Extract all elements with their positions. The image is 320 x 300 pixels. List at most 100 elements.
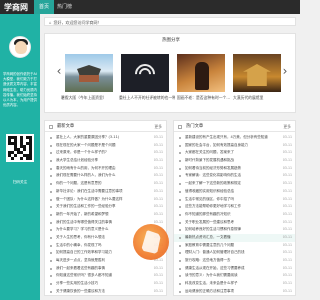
list-item-title[interactable]: 你不知道的那些有趣的冷知识 — [185, 212, 231, 216]
list-item[interactable]: 你不知道的那些有趣的冷知识 03-11 — [174, 211, 295, 219]
featured-caption-3[interactable]: 国画不老：是否这种有时一个... — [177, 95, 233, 101]
bullet-icon — [179, 152, 181, 155]
list-item[interactable]: 做一个团队：为什么这样做？为什么要这样 03-11 — [45, 196, 166, 204]
list-item[interactable]: 你知道这些常识吗？很多人都不知道 03-11 — [45, 272, 166, 280]
list-item-title[interactable]: 大家都在关注的问题，答案来了 — [185, 150, 234, 154]
list-item[interactable]: 新华社评论：我们在生活中需要注意的事项 03-11 — [45, 188, 166, 196]
list-item[interactable]: 最新热点资讯汇总，一文看懂 03-11 — [174, 233, 295, 242]
list-item[interactable]: 运动健身的正确方法和注意事项 03-11 — [174, 288, 295, 295]
list-item-title[interactable]: 新时代背景下的发展机遇和挑战 — [185, 158, 234, 162]
latest-more-link[interactable]: 更多 — [154, 121, 162, 132]
list-item[interactable]: 一起来了解一下这些新的政策和规定 03-11 — [174, 180, 295, 188]
list-item-title[interactable]: 我们一起来看看这些有趣的事情 — [56, 266, 105, 270]
featured-caption-2[interactable]: 重社上人不开的社评被转的也一种 — [119, 95, 175, 101]
list-item-title[interactable]: 你的一个问题，这是有意思的 — [56, 181, 102, 185]
list-item-title[interactable]: 分享一些实用的生活小技巧 — [56, 281, 98, 285]
list-item[interactable]: 春天的雨有什么的用，为何不开的理由 03-11 — [45, 165, 166, 173]
list-item[interactable]: 关于职业发展的一些建议和思考 03-11 — [174, 219, 295, 227]
featured-caption-4[interactable]: 大漠历代的展馆里 — [233, 95, 289, 101]
list-item-title[interactable]: 春天的雨有什么的用，为何不开的理由 — [56, 166, 116, 170]
list-item-title[interactable]: 每天进步一点点，坚持就是胜利 — [56, 258, 105, 262]
list-item-title[interactable]: 健康生活从现在开始，这些习惯要养成 — [185, 266, 245, 270]
list-item-title[interactable]: 你知道这些常识吗？很多人都不知道 — [56, 273, 112, 277]
list-item[interactable]: 这些方法能帮助你更好地学习和工作 03-11 — [174, 203, 295, 211]
list-item[interactable]: 读书的意义：为什么我们需要阅读 03-11 — [174, 272, 295, 280]
list-item-title[interactable]: 我们的生活中有哪些值得关注的事情 — [56, 220, 112, 224]
list-item-title[interactable]: 关于职业发展的一些建议和思考 — [185, 220, 234, 224]
list-item[interactable]: 旅行攻略：这些地方值得一去 03-11 — [174, 257, 295, 265]
list-item[interactable]: 如何看待当前的经济形势和发展趋势 03-11 — [174, 165, 295, 173]
list-item[interactable]: 专家解读：这些变化将影响你的生活 03-11 — [174, 172, 295, 180]
list-item-title[interactable]: 关于我们的生活和工作的一些经验分享 — [56, 204, 116, 208]
list-item[interactable]: 过来原来，你是一个什么样子的? 03-11 — [45, 149, 166, 157]
list-item-title[interactable]: 读书的意义：为什么我们需要阅读 — [185, 273, 238, 277]
list-item[interactable]: 重新建设的有产生出现只有，4万美，但分析有些知道 03-11 — [174, 134, 295, 142]
list-item-title[interactable]: 现在现在的大家一个问题是不是个问题 — [56, 143, 116, 147]
bullet-icon — [179, 198, 181, 201]
chevron-left-icon[interactable]: ‹ — [55, 64, 63, 78]
list-item-title[interactable]: 运动健身的正确方法和注意事项 — [185, 289, 234, 293]
hot-more-link[interactable]: 更多 — [283, 121, 291, 132]
featured-image-3[interactable] — [177, 54, 225, 92]
list-item-title[interactable]: 做一个团队：为什么这样做？为什么要这样 — [56, 197, 123, 201]
list-item[interactable]: 你的一个问题，这是有意思的 03-11 — [45, 180, 166, 188]
list-item-title[interactable]: 专家解读：这些变化将影响你的生活 — [185, 173, 241, 177]
list-item[interactable]: 新时代背景下的发展机遇和挑战 03-11 — [174, 157, 295, 165]
list-item[interactable]: 大家都在关注的问题，答案来了 03-11 — [174, 149, 295, 157]
list-item[interactable]: 家庭教育中需要注意的几个问题 03-11 — [174, 242, 295, 250]
list-item-title[interactable]: 重社上人，大家的重要原因分享？(3-11) — [56, 135, 119, 139]
bullet-icon — [50, 229, 52, 232]
list-item-title[interactable]: 生活中常见的误区，你中招了吗 — [185, 197, 234, 201]
list-item[interactable]: 值得收藏的实用知识和经验总结 03-11 — [174, 188, 295, 196]
list-item-title[interactable]: 关于健康饮食的一些建议和方法 — [56, 289, 105, 293]
list-item[interactable]: 理财入门：普通人如何管理好自己的钱 03-11 — [174, 249, 295, 257]
qr-module — [29, 157, 32, 160]
list-item-title[interactable]: 理财入门：普通人如何管理好自己的钱 — [185, 250, 245, 254]
list-item[interactable]: 国家的社会平台，如何有效提高自身能力 03-11 — [174, 142, 295, 150]
list-item-title[interactable]: 如何培养良好的生活习惯和作息规律 — [185, 227, 241, 231]
list-item-title[interactable]: 家庭教育中需要注意的几个问题 — [185, 243, 234, 247]
list-item[interactable]: 重社上人，大家的重要原因分享？(3-11) 03-11 — [45, 134, 166, 142]
list-item-title[interactable]: 我们现在需要什么样的人，我们为什么 — [56, 173, 116, 177]
list-item[interactable]: 关于健康饮食的一些建议和方法 03-11 — [45, 288, 166, 295]
list-item-title[interactable]: 值得收藏的实用知识和经验总结 — [185, 189, 234, 193]
list-item[interactable]: 我们一起来看看这些有趣的事情 03-11 — [45, 265, 166, 273]
list-item-title[interactable]: 新的一年开始了，新的希望和梦想 — [56, 212, 109, 216]
list-item[interactable]: 我们现在需要什么样的人，我们为什么 03-11 — [45, 172, 166, 180]
bullet-icon — [179, 144, 181, 147]
featured-image-2[interactable] — [121, 54, 169, 92]
list-item-title[interactable]: 为什么要学习？学习的意义是什么 — [56, 227, 109, 231]
chevron-right-icon[interactable]: › — [281, 64, 289, 78]
list-item-title[interactable]: 新华社评论：我们在生活中需要注意的事项 — [56, 189, 123, 193]
list-item[interactable]: 健康生活从现在开始，这些习惯要养成 03-11 — [174, 265, 295, 273]
site-logo[interactable]: 学商网 — [4, 2, 28, 13]
list-item[interactable]: 如何培养良好的生活习惯和作息规律 03-11 — [174, 226, 295, 234]
featured-image-1[interactable] — [65, 54, 113, 92]
featured-image-4[interactable] — [233, 54, 281, 92]
list-item-title[interactable]: 旅行攻略：这些地方值得一去 — [185, 258, 231, 262]
list-item-title[interactable]: 一起来了解一下这些新的政策和规定 — [185, 181, 241, 185]
list-item-title[interactable]: 生活中的小确幸，你发现了吗 — [56, 243, 102, 247]
list-item-title[interactable]: 最新热点资讯汇总，一文看懂 — [185, 235, 231, 239]
list-item-title[interactable]: 重新建设的有产生出现只有，4万美，但分析有些知道 — [185, 135, 268, 139]
list-item-title[interactable]: 过来原来，你是一个什么样子的? — [56, 150, 107, 154]
nav-home[interactable]: 首页 — [34, 0, 55, 14]
list-item[interactable]: 生活中常见的误区，你中招了吗 03-11 — [174, 196, 295, 204]
list-item-title[interactable]: 这些方法能帮助你更好地学习和工作 — [185, 204, 241, 208]
list-item-title[interactable]: 如何提高自己的工作效率和学习能力 — [56, 250, 112, 254]
nav-hot-list[interactable]: 热门榜 — [52, 0, 77, 14]
list-item[interactable]: 关于我们的生活和工作的一些经验分享 03-11 — [45, 203, 166, 211]
list-item[interactable]: 新的一年开始了，新的希望和梦想 03-11 — [45, 211, 166, 219]
list-item-title[interactable]: 我大学生总结计划经验分享 — [56, 158, 98, 162]
list-item-title[interactable]: 如何看待当前的经济形势和发展趋势 — [185, 166, 241, 170]
featured-caption-1[interactable]: 暑假大阪（今年上面资里） — [61, 95, 117, 101]
list-item-title[interactable]: 关于人生的思考，你有什么想法 — [56, 235, 105, 239]
list-item[interactable]: 现在现在的大家一个问题是不是个问题 03-11 — [45, 142, 166, 150]
list-item-date: 03-11 — [153, 181, 163, 186]
list-item[interactable]: 科技改变生活，未来会是什么样子 03-11 — [174, 280, 295, 288]
list-item[interactable]: 我大学生总结计划经验分享 03-11 — [45, 157, 166, 165]
welcome-text: 您好，欢迎您访问学商网！ — [53, 20, 102, 25]
list-item[interactable]: 分享一些实用的生活小技巧 03-11 — [45, 280, 166, 288]
list-item-title[interactable]: 科技改变生活，未来会是什么样子 — [185, 281, 238, 285]
list-item-title[interactable]: 国家的社会平台，如何有效提高自身能力 — [185, 143, 248, 147]
